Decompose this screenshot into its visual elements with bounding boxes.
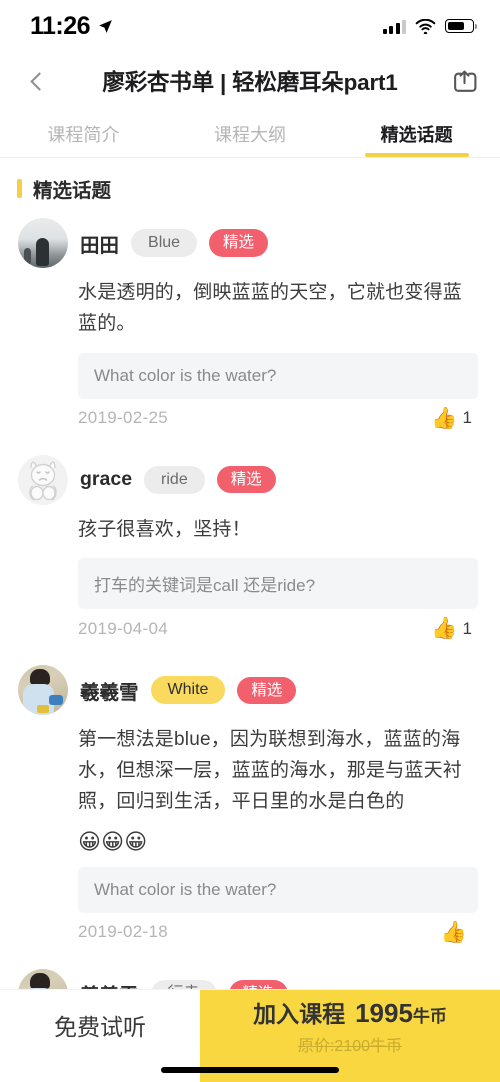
username: 田田 xyxy=(80,234,120,257)
like-count: 1 xyxy=(462,408,472,428)
section-title: 精选话题 xyxy=(33,180,112,202)
answer-tag: ride xyxy=(144,465,205,494)
join-course-unit: 牛币 xyxy=(412,1006,447,1026)
question-box: 打车的关键词是call 还是ride? xyxy=(78,558,478,610)
location-arrow-icon xyxy=(99,19,112,33)
question-box: What color is the water? xyxy=(78,866,478,913)
like-count: 1 xyxy=(462,618,472,638)
like-button[interactable]: 👍 1 xyxy=(431,618,472,639)
post-text: 第一想法是blue，因为联想到海水，蓝蓝的海水，但想深一层，蓝蓝的海水，那是与蓝… xyxy=(78,729,463,812)
thumbs-up-icon: 👍 xyxy=(440,920,467,944)
post-date: 2019-02-25 xyxy=(78,408,168,428)
back-button[interactable] xyxy=(20,64,54,98)
status-bar: 11:26 xyxy=(0,0,500,52)
join-course-price: 1995 xyxy=(355,997,413,1028)
avatar[interactable] xyxy=(18,218,68,268)
status-bar-right xyxy=(382,18,478,34)
page-title: 廖彩杏书单 | 轻松磨耳朵part1 xyxy=(102,70,398,95)
post-header: grace ride 精选 xyxy=(0,443,478,505)
tab-course-outline[interactable]: 课程大纲 xyxy=(167,110,334,157)
question-box: What color is the water? xyxy=(78,352,478,399)
username: grace xyxy=(80,468,133,491)
answer-tag: Blue xyxy=(131,229,198,257)
status-badge: 精选 xyxy=(237,676,297,705)
battery-icon xyxy=(445,19,478,33)
home-indicator xyxy=(161,1067,339,1073)
tab-featured-topics[interactable]: 精选话题 xyxy=(333,110,500,157)
share-button[interactable] xyxy=(446,63,482,99)
post-header: 羲羲雪 White 精选 xyxy=(0,653,478,716)
post-meta: 2019-02-25 👍 1 xyxy=(78,408,478,429)
status-badge: 精选 xyxy=(209,229,269,257)
status-badge: 精选 xyxy=(216,465,276,494)
post-text: 孩子很喜欢，坚持！ xyxy=(78,518,251,540)
chevron-left-icon xyxy=(29,71,49,91)
thumbs-up-icon: 👍 xyxy=(431,406,458,430)
cellular-signal-icon xyxy=(382,19,406,34)
list-item[interactable]: grace ride 精选 孩子很喜欢，坚持！ 打车的关键词是call 还是ri… xyxy=(0,443,500,639)
share-icon xyxy=(453,70,476,92)
join-course-main: 加入课程 1995牛币 xyxy=(253,995,447,1029)
join-course-label: 加入课程 xyxy=(253,1000,346,1027)
list-item[interactable]: 羲羲雪 White 精选 第一想法是blue，因为联想到海水，蓝蓝的海水，但想深… xyxy=(0,653,500,943)
tab-course-intro[interactable]: 课程简介 xyxy=(0,110,167,157)
post-text: 水是透明的，倒映蓝蓝的天空，它就也变得蓝蓝的。 xyxy=(78,282,463,334)
like-button[interactable]: 👍 xyxy=(441,922,472,943)
wifi-icon xyxy=(415,18,436,34)
status-bar-left: 11:26 xyxy=(30,12,114,41)
tab-bar: 课程简介 课程大纲 精选话题 xyxy=(0,110,500,158)
post-emoji: 😀😀😀 xyxy=(78,828,148,854)
avatar[interactable] xyxy=(18,454,68,505)
status-time: 11:26 xyxy=(30,11,91,40)
navigation-bar: 廖彩杏书单 | 轻松磨耳朵part1 xyxy=(0,52,500,110)
post-date: 2019-04-04 xyxy=(78,618,168,638)
like-button[interactable]: 👍 1 xyxy=(431,408,472,429)
answer-tag: White xyxy=(150,676,226,705)
thumbs-up-icon: 👍 xyxy=(431,617,458,641)
avatar[interactable] xyxy=(18,665,68,716)
original-price: 原价:2100牛币 xyxy=(297,1037,403,1055)
username: 羲羲雪 xyxy=(80,681,139,704)
phone-screen: 11:26 廖彩杏书单 | 轻松磨耳朵part1 课程简介 课程大纲 精选话题 … xyxy=(0,0,500,1082)
post-header: 田田 Blue 精选 xyxy=(0,206,478,268)
topic-feed[interactable]: 田田 Blue 精选 水是透明的，倒映蓝蓝的天空，它就也变得蓝蓝的。 What … xyxy=(0,206,500,1082)
post-meta: 2019-04-04 👍 1 xyxy=(78,618,478,639)
list-item[interactable]: 田田 Blue 精选 水是透明的，倒映蓝蓝的天空，它就也变得蓝蓝的。 What … xyxy=(0,206,500,429)
cartoon-face-icon xyxy=(29,460,57,501)
accent-bar xyxy=(17,179,22,198)
post-date: 2019-02-18 xyxy=(78,922,168,942)
post-meta: 2019-02-18 👍 xyxy=(78,922,478,943)
